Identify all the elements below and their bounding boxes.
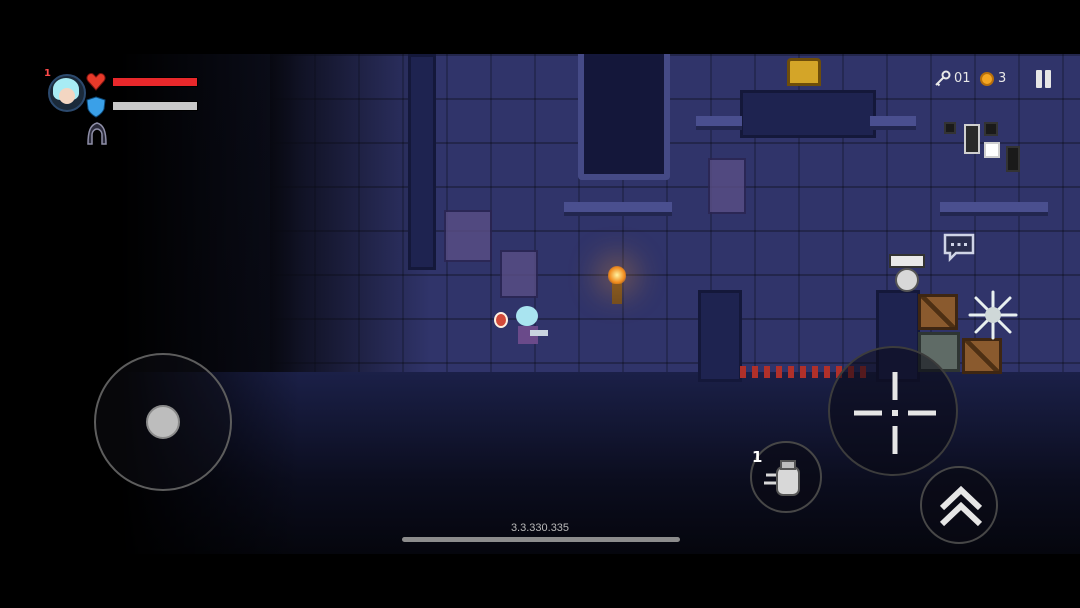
player-head [516, 306, 538, 326]
movement-joystick[interactable] [94, 353, 232, 491]
health-bar [112, 77, 198, 87]
minimap[interactable] [938, 116, 1024, 180]
key-count: 01 [954, 71, 971, 86]
ledge [870, 116, 916, 130]
shield-icon [86, 96, 106, 118]
wooden-crate [962, 338, 1002, 374]
attack-button[interactable] [828, 346, 958, 476]
minimap-room [944, 122, 956, 134]
health-bar-fill [113, 78, 197, 86]
armor-bar-fill [113, 102, 197, 110]
version-label: 3.3.330.335 [510, 522, 570, 534]
player-character [512, 306, 548, 350]
torch-flame [608, 266, 626, 284]
stone-pillar [408, 54, 436, 270]
turret-top [889, 254, 925, 268]
avatar-face [59, 88, 75, 104]
joystick-knob[interactable] [146, 405, 180, 439]
ledge [696, 116, 742, 130]
wall-poster [444, 210, 492, 262]
turret-enemy [887, 254, 927, 294]
wooden-crate [918, 294, 958, 330]
minimap-room [984, 122, 998, 136]
player-weapon [530, 330, 548, 336]
wall-poster [708, 158, 746, 214]
ledge [940, 202, 1048, 216]
hood-icon [87, 122, 107, 145]
pause-icon [1045, 70, 1051, 88]
double-chevron-up-icon [939, 485, 983, 527]
armor-bar [112, 101, 198, 111]
upper-platform [740, 90, 876, 138]
crosshair-icon [854, 372, 936, 454]
level-badge: 1 [44, 68, 51, 79]
chat-icon[interactable] [942, 232, 976, 262]
minimap-room [1006, 146, 1020, 172]
stone-block [698, 290, 742, 382]
home-indicator[interactable] [402, 537, 680, 542]
treasure-chest[interactable] [787, 58, 821, 86]
health-potion[interactable] [494, 312, 508, 328]
minimap-current-room [984, 142, 1000, 158]
pause-button[interactable] [1032, 68, 1054, 90]
coin-icon [980, 72, 994, 86]
key-icon [935, 70, 951, 87]
turret-face [895, 268, 919, 292]
ledge [564, 202, 672, 216]
pause-icon [1036, 70, 1042, 88]
coin-count: 3 [998, 71, 1007, 86]
skill-charge-count: 1 [752, 448, 763, 466]
sawblade-icon [968, 290, 1018, 340]
minimap-room [964, 124, 980, 154]
heart-icon [86, 73, 106, 91]
wall-poster [500, 250, 538, 298]
window-arch [578, 54, 670, 180]
character-avatar[interactable] [48, 74, 86, 112]
grenade-icon [764, 460, 800, 496]
